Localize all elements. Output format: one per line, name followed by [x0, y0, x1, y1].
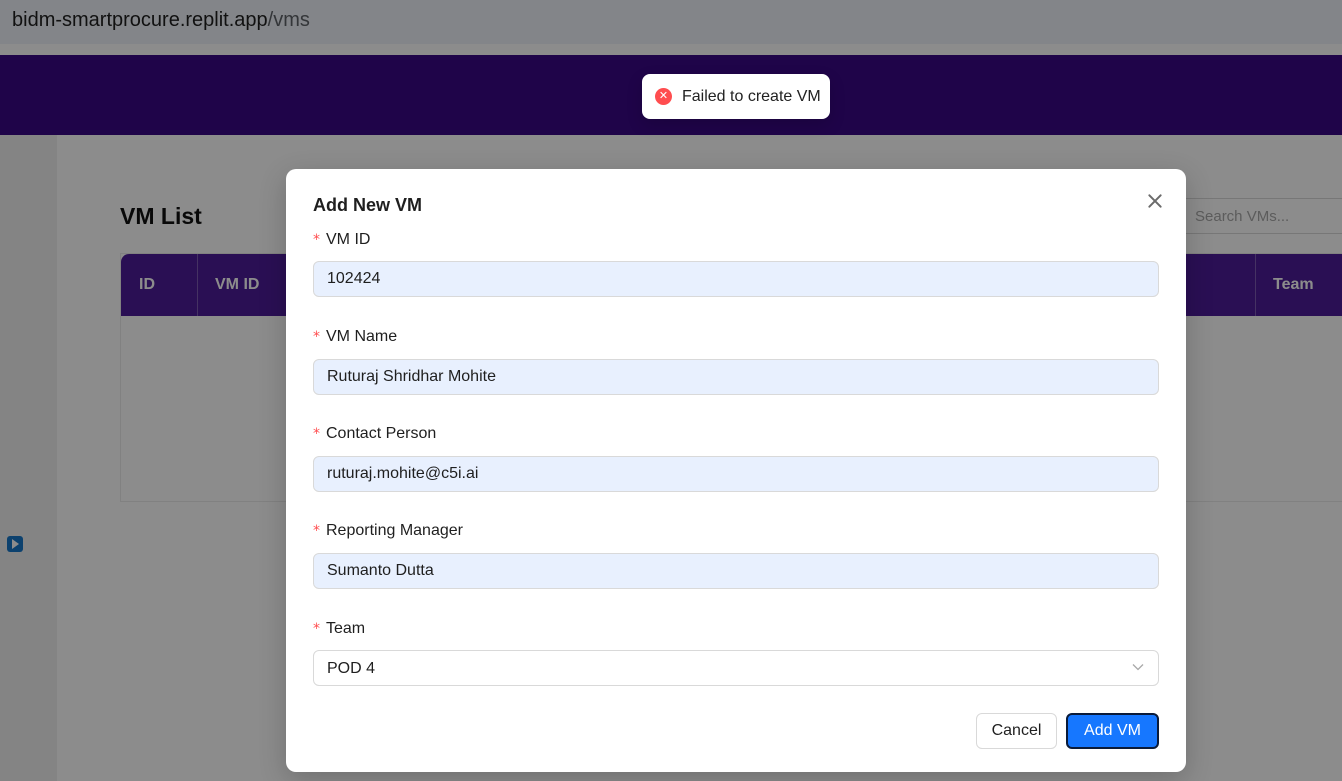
vm-name-label-text: VM Name	[326, 328, 398, 345]
error-circle-icon: ✕	[655, 88, 672, 105]
add-vm-modal: Add New VM * VM ID * VM Name * Contact Pers…	[286, 169, 1186, 772]
chevron-down-icon	[1132, 664, 1144, 671]
required-mark: *	[313, 523, 320, 539]
reporting-manager-label: * Reporting Manager	[313, 522, 463, 540]
vm-name-label: * VM Name	[313, 328, 397, 346]
add-vm-button[interactable]: Add VM	[1066, 713, 1159, 749]
cancel-button[interactable]: Cancel	[976, 713, 1057, 749]
team-label-text: Team	[326, 620, 366, 637]
contact-person-label-text: Contact Person	[326, 425, 437, 442]
reporting-manager-label-text: Reporting Manager	[326, 522, 463, 539]
team-label: * Team	[313, 620, 365, 638]
team-select[interactable]: POD 4	[313, 650, 1159, 686]
team-select-value: POD 4	[327, 660, 376, 677]
vm-name-input[interactable]	[313, 359, 1159, 395]
contact-person-input[interactable]	[313, 456, 1159, 492]
vm-id-label: * VM ID	[313, 231, 370, 249]
close-icon[interactable]	[1143, 189, 1167, 213]
contact-person-label: * Contact Person	[313, 425, 436, 443]
modal-title: Add New VM	[313, 195, 423, 215]
error-toast: ✕ Failed to create VM	[642, 74, 830, 119]
vm-id-label-text: VM ID	[326, 231, 371, 248]
toast-message: Failed to create VM	[682, 87, 821, 105]
required-mark: *	[313, 621, 320, 637]
required-mark: *	[313, 232, 320, 248]
reporting-manager-input[interactable]	[313, 553, 1159, 589]
vm-id-input[interactable]	[313, 261, 1159, 297]
required-mark: *	[313, 329, 320, 345]
required-mark: *	[313, 426, 320, 442]
